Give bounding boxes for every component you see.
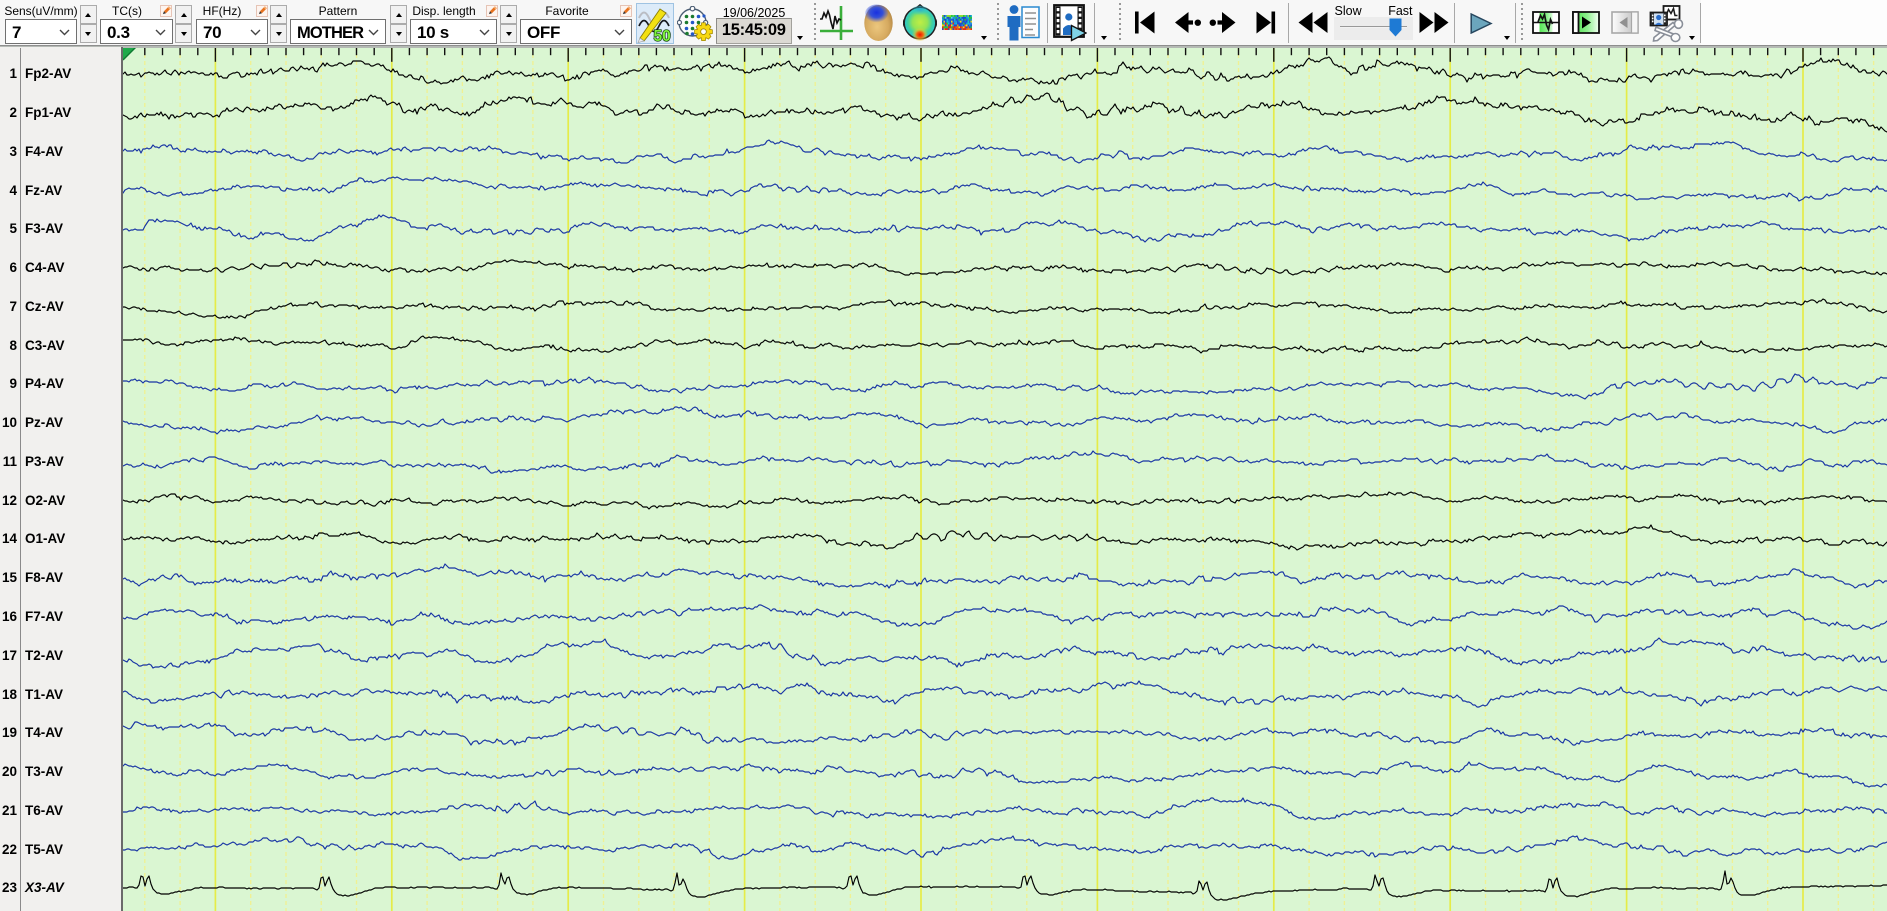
svg-text:50: 50 — [654, 28, 671, 43]
